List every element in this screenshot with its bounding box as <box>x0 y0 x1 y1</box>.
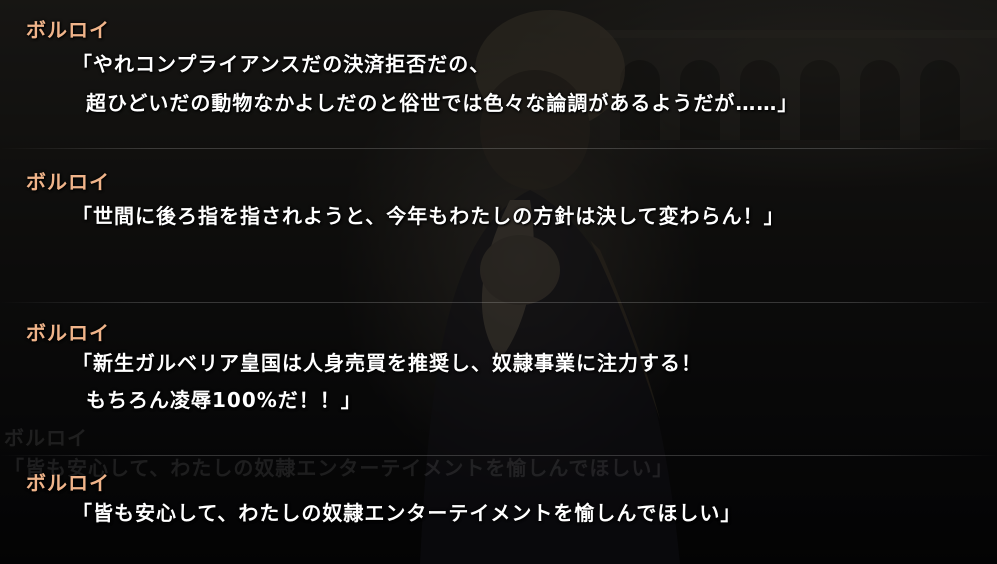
entry-divider <box>0 148 997 149</box>
speaker-name: ボルロイ <box>26 170 110 194</box>
dialogue-line: もちろん凌辱100%だ！！」 <box>86 388 362 412</box>
dialogue-line: 「やれコンプライアンスだの決済拒否だの、 <box>72 52 491 76</box>
dialogue-line: 「皆も安心して、わたしの奴隷エンターテイメントを愉しんでほしい」 <box>72 501 742 525</box>
backlog-screen[interactable]: ボルロイ 「やれコンプライアンスだの決済拒否だの、 超ひどいだの動物なかよしだの… <box>0 0 997 564</box>
dialogue-line: 「新生ガルベリア皇国は人身売買を推奨し、奴隷事業に注力する！ <box>72 351 702 375</box>
faded-speaker-name: ボルロイ <box>4 426 88 450</box>
dialogue-line: 超ひどいだの動物なかよしだのと俗世では色々な論調があるようだが……」 <box>86 91 799 115</box>
speaker-name: ボルロイ <box>26 471 110 495</box>
entry-divider <box>0 302 997 303</box>
speaker-name: ボルロイ <box>26 321 110 345</box>
speaker-name: ボルロイ <box>26 18 110 42</box>
dialogue-line: 「世間に後ろ指を指されようと、今年もわたしの方針は決して変わらん！」 <box>72 204 785 228</box>
